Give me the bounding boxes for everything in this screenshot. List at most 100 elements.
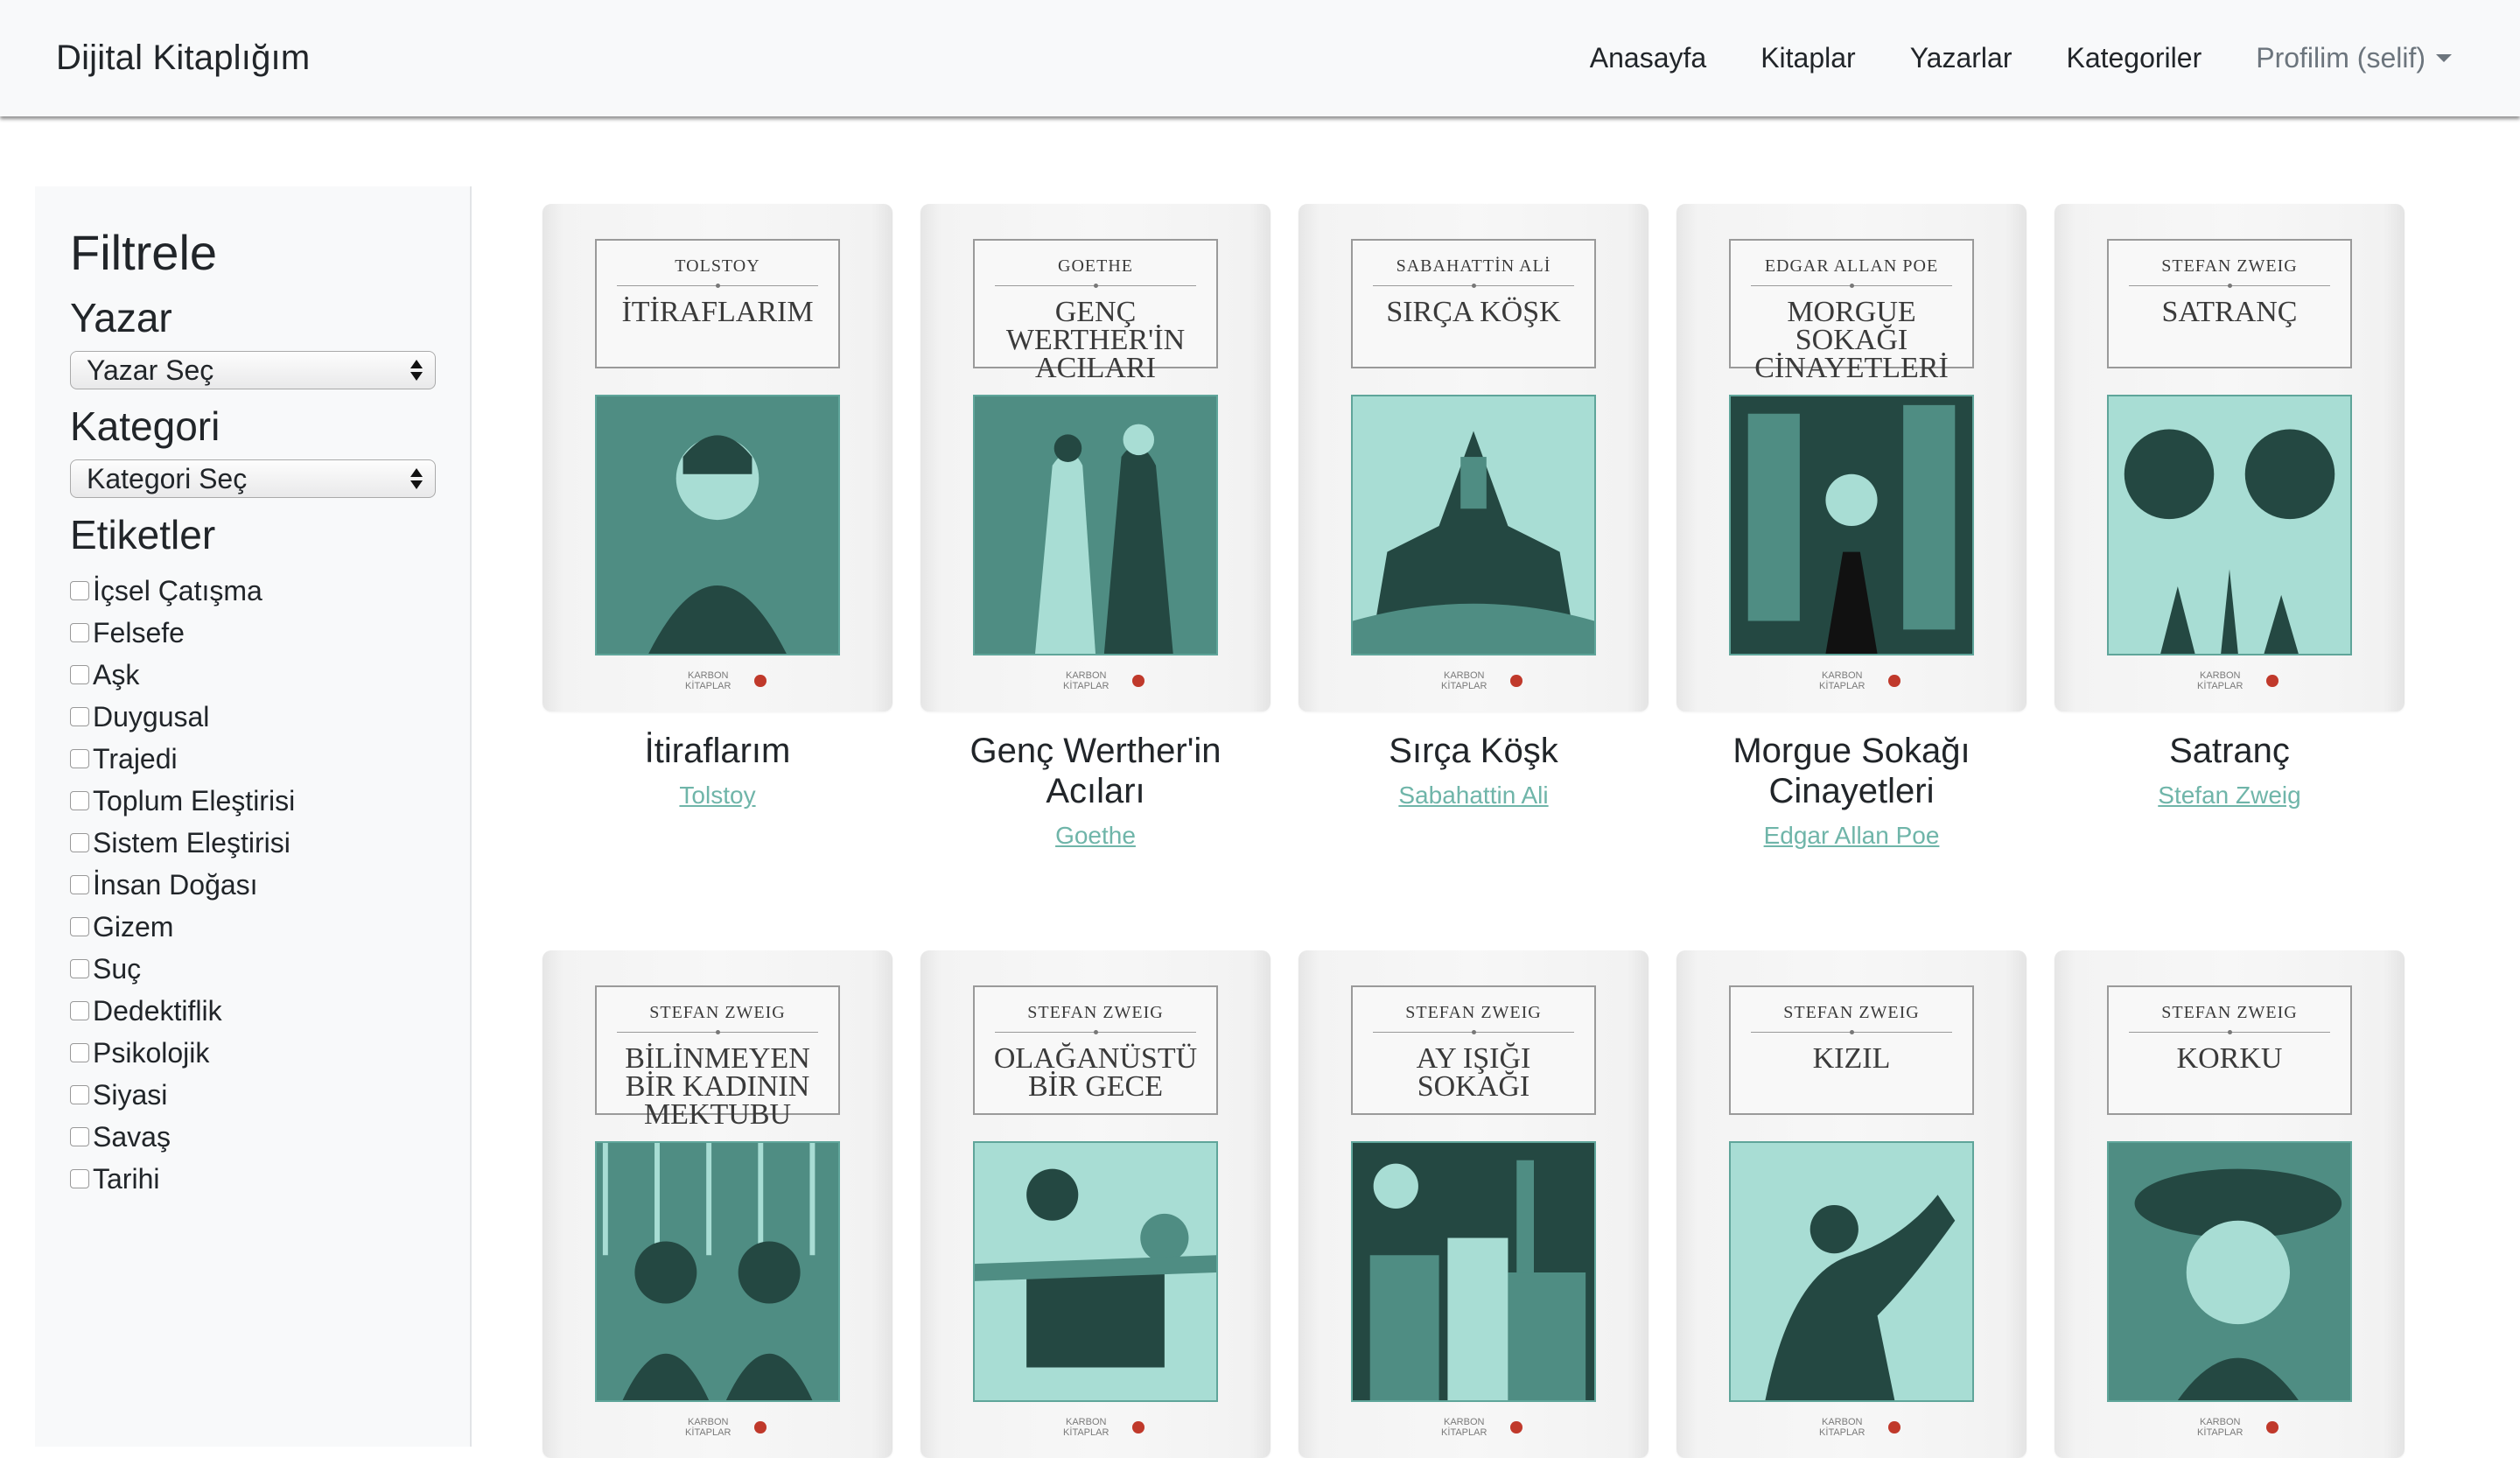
tag-label: Psikolojik xyxy=(93,1036,210,1069)
book-cover[interactable]: EDGAR ALLAN POE MORGUE SOKAĞI CİNAYETLERİ… xyxy=(1676,204,2026,711)
cover-title: KORKU xyxy=(2176,1042,2283,1075)
book-card: SABAHATTİN ALİ SIRÇA KÖŞK KARBON KİTAPLAR S… xyxy=(1298,204,1648,810)
cover-title: AY IŞIĞI SOKAĞI xyxy=(1416,1042,1531,1103)
tag-checkbox[interactable] xyxy=(70,959,89,978)
tag-filter-item[interactable]: İnsan Doğası xyxy=(70,864,470,906)
tag-checkbox[interactable] xyxy=(70,707,89,726)
cover-label: EDGAR ALLAN POE MORGUE SOKAĞI CİNAYETLERİ xyxy=(1729,239,1974,383)
tag-checkbox[interactable] xyxy=(70,833,89,852)
tag-list: İçsel Çatışma Felsefe Aşk Duygusal Trajedi To… xyxy=(70,570,470,1200)
book-card: STEFAN ZWEIG AY IŞIĞI SOKAĞI KARBON KİTAPL… xyxy=(1298,950,1648,1458)
book-cover[interactable]: STEFAN ZWEIG KORKU KARBON KİTAPLAR xyxy=(2054,950,2404,1458)
tag-filter-item[interactable]: Duygusal xyxy=(70,696,470,738)
publisher-text: KARBON KİTAPLAR xyxy=(1441,1417,1488,1438)
nav-categories[interactable]: Kategoriler xyxy=(2066,42,2202,74)
tag-checkbox[interactable] xyxy=(70,1001,89,1020)
tag-checkbox[interactable] xyxy=(70,875,89,894)
tag-filter-item[interactable]: Trajedi xyxy=(70,738,470,780)
cover-illustration xyxy=(595,395,840,655)
book-cover[interactable]: STEFAN ZWEIG BİLİNMEYEN BİR KADININ MEKTU… xyxy=(542,950,892,1458)
book-author-link[interactable]: Edgar Allan Poe xyxy=(1676,822,2026,850)
nav-books[interactable]: Kitaplar xyxy=(1760,42,1856,74)
cover-divider xyxy=(617,1030,818,1034)
tag-checkbox[interactable] xyxy=(70,749,89,768)
tag-filter-item[interactable]: İçsel Çatışma xyxy=(70,570,470,612)
tag-checkbox[interactable] xyxy=(70,1085,89,1104)
tag-filter-item[interactable]: Tarihi xyxy=(70,1158,470,1200)
tag-filter-item[interactable]: Siyasi xyxy=(70,1074,470,1116)
book-cover[interactable]: GOETHE GENÇ WERTHER'İN ACILARI KARBON KİTA… xyxy=(920,204,1270,711)
tag-filter-item[interactable]: Savaş xyxy=(70,1116,470,1158)
brand-link[interactable]: Dijital Kitaplığım xyxy=(56,39,310,78)
tag-filter-item[interactable]: Dedektiflik xyxy=(70,990,470,1032)
book-cover[interactable]: TOLSTOY İTİRAFLARIM KARBON KİTAPLAR xyxy=(542,204,892,711)
tag-checkbox[interactable] xyxy=(70,665,89,684)
cover-illustration xyxy=(1729,1141,1974,1402)
tag-checkbox[interactable] xyxy=(70,1043,89,1062)
publisher-text: KARBON KİTAPLAR xyxy=(1819,670,1866,691)
tag-label: İnsan Doğası xyxy=(93,868,258,901)
book-cover[interactable]: STEFAN ZWEIG OLAĞANÜSTÜ BİR GECE KARBON Kİ… xyxy=(920,950,1270,1458)
tag-checkbox[interactable] xyxy=(70,1169,89,1188)
tag-checkbox[interactable] xyxy=(70,917,89,936)
cover-author: STEFAN ZWEIG xyxy=(2161,256,2298,276)
cover-label: GOETHE GENÇ WERTHER'İN ACILARI xyxy=(973,239,1218,383)
author-select-value: Yazar Seç xyxy=(87,354,214,386)
book-title[interactable]: Morgue Sokağı Cinayetleri xyxy=(1676,731,2026,811)
book-cover[interactable]: SABAHATTİN ALİ SIRÇA KÖŞK KARBON KİTAPLAR xyxy=(1298,204,1648,711)
cover-author: EDGAR ALLAN POE xyxy=(1764,256,1939,276)
book-card: STEFAN ZWEIG OLAĞANÜSTÜ BİR GECE KARBON Kİ… xyxy=(920,950,1270,1458)
publisher-mark: KARBON KİTAPLAR xyxy=(2177,670,2282,691)
cover-art-svg xyxy=(597,1143,838,1400)
profile-dropdown[interactable]: Profilim (selif) xyxy=(2256,42,2452,74)
cover-title: GENÇ WERTHER'İN ACILARI xyxy=(1005,296,1186,384)
tag-checkbox[interactable] xyxy=(70,623,89,642)
cover-author: STEFAN ZWEIG xyxy=(1027,1003,1164,1022)
publisher-logo-icon xyxy=(1888,675,1900,687)
book-title[interactable]: Sırça Köşk xyxy=(1298,731,1648,771)
cover-art-svg xyxy=(1353,396,1594,654)
tag-filter-item[interactable]: Aşk xyxy=(70,654,470,696)
category-select[interactable]: Kategori Seç xyxy=(70,459,436,498)
cover-divider xyxy=(1373,1030,1574,1034)
book-cover[interactable]: STEFAN ZWEIG AY IŞIĞI SOKAĞI KARBON KİTAPL… xyxy=(1298,950,1648,1458)
publisher-mark: KARBON KİTAPLAR xyxy=(1421,670,1526,691)
book-author-link[interactable]: Stefan Zweig xyxy=(2054,782,2404,810)
book-title[interactable]: Genç Werther'in Acıları xyxy=(920,731,1270,811)
publisher-text: KARBON KİTAPLAR xyxy=(1441,670,1488,691)
book-card: STEFAN ZWEIG SATRANÇ KARBON KİTAPLAR Satran… xyxy=(2054,204,2404,810)
nav-home[interactable]: Anasayfa xyxy=(1590,42,1706,74)
cover-author: STEFAN ZWEIG xyxy=(649,1003,786,1022)
book-cover[interactable]: STEFAN ZWEIG KIZIL KARBON KİTAPLAR xyxy=(1676,950,2026,1458)
tag-filter-item[interactable]: Toplum Eleştirisi xyxy=(70,780,470,822)
tag-label: Tarihi xyxy=(93,1162,160,1195)
publisher-logo-icon xyxy=(2266,1421,2278,1433)
cover-divider xyxy=(2129,284,2330,288)
cover-author: STEFAN ZWEIG xyxy=(2161,1003,2298,1022)
cover-illustration xyxy=(1351,395,1596,655)
tag-filter-item[interactable]: Gizem xyxy=(70,906,470,948)
nav-authors[interactable]: Yazarlar xyxy=(1910,42,2012,74)
tag-filter-item[interactable]: Sistem Eleştirisi xyxy=(70,822,470,864)
book-card: STEFAN ZWEIG KORKU KARBON KİTAPLAR xyxy=(2054,950,2404,1458)
book-author-link[interactable]: Goethe xyxy=(920,822,1270,850)
tag-checkbox[interactable] xyxy=(70,791,89,810)
book-author-link[interactable]: Tolstoy xyxy=(542,782,892,810)
book-title[interactable]: Satranç xyxy=(2054,731,2404,771)
cover-label: SABAHATTİN ALİ SIRÇA KÖŞK xyxy=(1351,239,1596,368)
tag-checkbox[interactable] xyxy=(70,1127,89,1146)
cover-illustration xyxy=(973,1141,1218,1402)
book-cover[interactable]: STEFAN ZWEIG SATRANÇ KARBON KİTAPLAR xyxy=(2054,204,2404,711)
category-heading: Kategori xyxy=(70,403,220,449)
cover-title: MORGUE SOKAĞI CİNAYETLERİ xyxy=(1754,296,1949,384)
tag-filter-item[interactable]: Felsefe xyxy=(70,612,470,654)
tag-checkbox[interactable] xyxy=(70,581,89,600)
publisher-logo-icon xyxy=(2266,675,2278,687)
book-author-link[interactable]: Sabahattin Ali xyxy=(1298,782,1648,810)
author-select[interactable]: Yazar Seç xyxy=(70,351,436,389)
book-title[interactable]: İtiraflarım xyxy=(542,731,892,771)
tag-filter-item[interactable]: Psikolojik xyxy=(70,1032,470,1074)
publisher-text: KARBON KİTAPLAR xyxy=(2197,1417,2244,1438)
tag-filter-item[interactable]: Suç xyxy=(70,948,470,990)
cover-label: STEFAN ZWEIG AY IŞIĞI SOKAĞI xyxy=(1351,985,1596,1115)
